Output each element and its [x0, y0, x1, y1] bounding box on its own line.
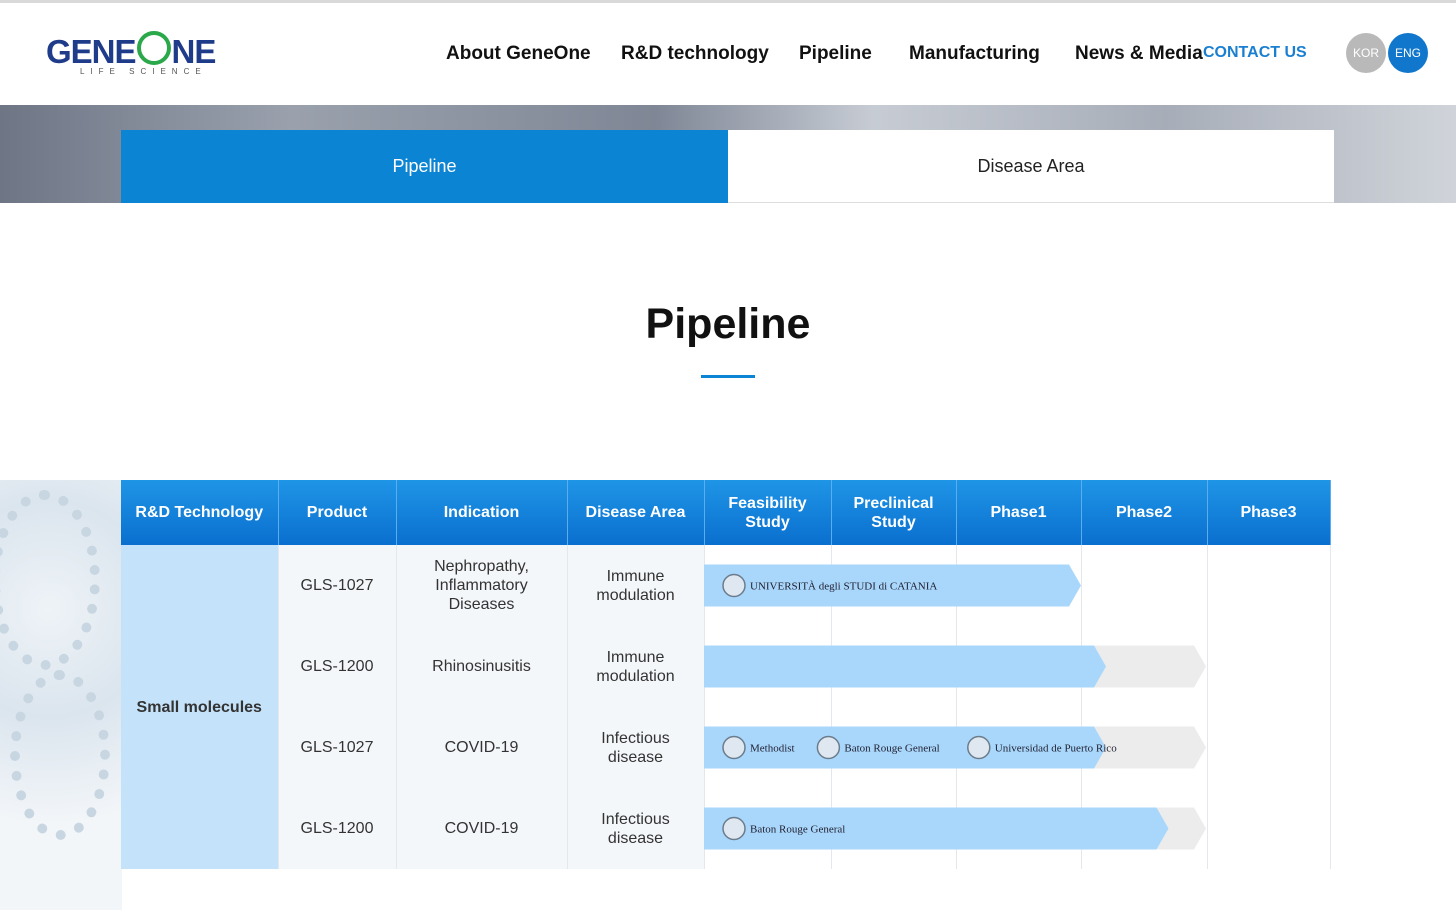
- lang-kor-button[interactable]: KOR: [1346, 33, 1386, 73]
- title-underline: [701, 375, 755, 378]
- indication-cell: COVID-19: [396, 788, 568, 869]
- header-indication: Indication: [396, 480, 568, 545]
- technology-cell: Small molecules: [121, 545, 279, 869]
- disease-cell: Infectious disease: [567, 707, 705, 788]
- product-cell: GLS-1200: [278, 626, 397, 707]
- tab-disease-area[interactable]: Disease Area: [728, 130, 1334, 203]
- nav-manufacturing[interactable]: Manufacturing: [909, 43, 1040, 65]
- header-phase2: Phase2: [1081, 480, 1208, 545]
- indication-cell: Rhinosinusitis: [396, 626, 568, 707]
- disease-cell: Immune modulation: [567, 626, 705, 707]
- product-cell: GLS-1027: [278, 545, 397, 626]
- disease-cell: Immune modulation: [567, 545, 705, 626]
- header-feasibility: Feasibility Study: [704, 480, 832, 545]
- nav-rd-technology[interactable]: R&D technology: [621, 43, 769, 65]
- lang-eng-button[interactable]: ENG: [1388, 33, 1428, 73]
- nav-pipeline[interactable]: Pipeline: [799, 43, 872, 65]
- logo-wordmark: GENE NE: [46, 31, 217, 70]
- dna-decoration: [0, 480, 122, 910]
- logo-subtitle: LIFE SCIENCE: [80, 67, 207, 76]
- header-phase3: Phase3: [1207, 480, 1331, 545]
- progress-bar: [704, 564, 1081, 607]
- header-preclinical: Preclinical Study: [831, 480, 957, 545]
- progress-bar: [704, 645, 1106, 688]
- site-header: GENE NE LIFE SCIENCE About GeneOne R&D te…: [0, 3, 1456, 105]
- table-header-row: R&D Technology Product Indication Diseas…: [121, 480, 1331, 545]
- indication-cell: Nephropathy, Inflammatory Diseases: [396, 545, 568, 626]
- nav-news-media[interactable]: News & Media: [1075, 43, 1203, 65]
- header-disease-area: Disease Area: [567, 480, 705, 545]
- logo-text-pre: GENE: [46, 33, 137, 70]
- header-product: Product: [278, 480, 397, 545]
- nav-about[interactable]: About GeneOne: [446, 43, 591, 65]
- progress-bar: [704, 726, 1106, 769]
- indication-cell: COVID-19: [396, 707, 568, 788]
- contact-us-link[interactable]: CONTACT US: [1203, 44, 1307, 62]
- header-rd-technology: R&D Technology: [121, 480, 279, 545]
- logo-o-ring-icon: [136, 31, 171, 65]
- disease-cell: Infectious disease: [567, 788, 705, 869]
- logo-text-post: NE: [171, 33, 217, 70]
- product-cell: GLS-1027: [278, 707, 397, 788]
- product-cell: GLS-1200: [278, 788, 397, 869]
- page-title: Pipeline: [645, 300, 811, 348]
- header-phase1: Phase1: [956, 480, 1082, 545]
- tab-pipeline[interactable]: Pipeline: [121, 130, 728, 203]
- geneone-logo[interactable]: GENE NE LIFE SCIENCE: [46, 31, 217, 76]
- progress-bar: [704, 807, 1169, 850]
